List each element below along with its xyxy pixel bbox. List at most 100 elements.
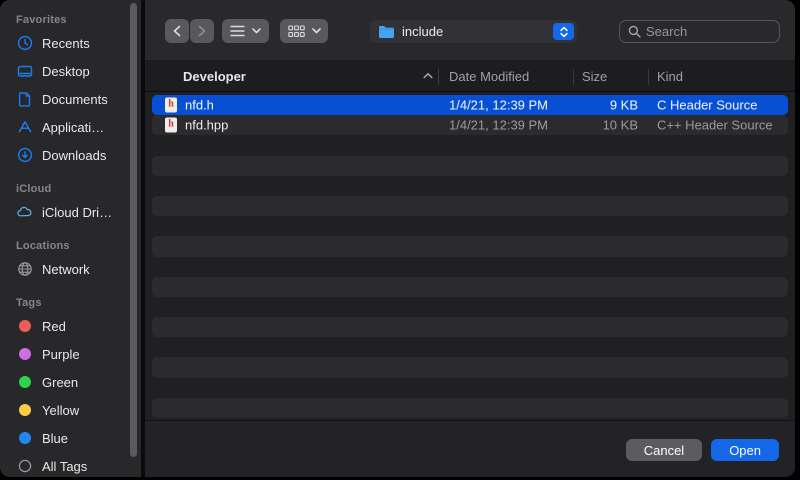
cancel-button[interactable]: Cancel (626, 439, 702, 461)
empty-row (152, 196, 788, 216)
sidebar-item-label: All Tags (42, 459, 87, 474)
circle-icon (16, 458, 33, 475)
sidebar-item-label: Recents (42, 36, 90, 51)
section-label-favorites: Favorites (16, 14, 141, 26)
empty-row (152, 176, 788, 196)
download-icon (16, 147, 33, 164)
document-icon (16, 91, 33, 108)
main-pane: include Search Developer Date Modified S… (145, 0, 795, 477)
search-icon (628, 25, 641, 38)
section-label-icloud: iCloud (16, 183, 141, 195)
file-date-modified: 1/4/21, 12:39 PM (449, 118, 548, 133)
empty-row (152, 357, 788, 377)
cloud-icon (16, 204, 33, 221)
sidebar-item-tag-blue[interactable]: Blue (0, 424, 141, 452)
file-list: h nfd.h 1/4/21, 12:39 PM 9 KB C Header S… (145, 93, 795, 420)
sidebar-item-downloads[interactable]: Downloads (0, 141, 141, 169)
header-file-icon: h (165, 98, 177, 113)
purple-tag-icon (16, 346, 33, 363)
sidebar-item-tag-purple[interactable]: Purple (0, 340, 141, 368)
section-label-tags: Tags (16, 297, 141, 309)
sidebar-item-desktop[interactable]: Desktop (0, 57, 141, 85)
list-view-button[interactable] (222, 19, 269, 43)
list-view-icon (230, 25, 245, 37)
red-tag-icon (16, 318, 33, 335)
open-dialog: Favorites Recents Desktop Documents Appl… (0, 0, 795, 477)
appstore-icon (16, 119, 33, 136)
sidebar-item-label: Red (42, 319, 66, 334)
empty-row (152, 257, 788, 277)
green-tag-icon (16, 374, 33, 391)
sidebar-item-label: Green (42, 375, 78, 390)
column-header-size[interactable]: Size (582, 69, 607, 84)
file-date-modified: 1/4/21, 12:39 PM (449, 98, 548, 113)
empty-row (152, 277, 788, 297)
chevron-down-icon (252, 28, 261, 34)
empty-row (152, 378, 788, 398)
file-size: 9 KB (573, 98, 638, 113)
chevron-right-icon (197, 25, 207, 37)
sidebar-item-applications[interactable]: Applicati… (0, 113, 141, 141)
sidebar-scrollbar[interactable] (130, 3, 137, 457)
dialog-footer: Cancel Open (145, 420, 795, 477)
table-row-nfd-h[interactable]: h nfd.h 1/4/21, 12:39 PM 9 KB C Header S… (152, 95, 788, 115)
forward-button[interactable] (190, 19, 214, 43)
sidebar-item-network[interactable]: Network (0, 255, 141, 283)
file-name: nfd.hpp (185, 118, 228, 133)
icon-view-button[interactable] (280, 19, 328, 43)
sidebar-item-label: Blue (42, 431, 68, 446)
sidebar-item-label: Network (42, 262, 90, 277)
blue-tag-icon (16, 430, 33, 447)
empty-row (152, 236, 788, 256)
globe-icon (16, 261, 33, 278)
column-separator[interactable] (573, 69, 574, 85)
toolbar: include Search (145, 0, 795, 60)
file-kind: C Header Source (657, 98, 757, 113)
location-value: include (402, 24, 553, 39)
section-label-locations: Locations (16, 240, 141, 252)
yellow-tag-icon (16, 402, 33, 419)
sidebar-item-tag-yellow[interactable]: Yellow (0, 396, 141, 424)
file-kind: C++ Header Source (657, 118, 773, 133)
sidebar-item-label: Yellow (42, 403, 79, 418)
sidebar-item-all-tags[interactable]: All Tags (0, 452, 141, 477)
desktop-icon (16, 63, 33, 80)
chevron-down-icon (312, 28, 321, 34)
search-input[interactable]: Search (619, 20, 780, 43)
sort-ascending-icon (423, 72, 433, 79)
sidebar-item-label: Downloads (42, 148, 106, 163)
grid-view-icon (288, 25, 305, 38)
folder-icon (378, 25, 395, 39)
empty-row (152, 156, 788, 176)
column-separator[interactable] (648, 69, 649, 85)
sidebar-item-label: Applicati… (42, 120, 104, 135)
column-header-developer[interactable]: Developer (183, 69, 246, 84)
file-name: nfd.h (185, 98, 214, 113)
empty-row (152, 135, 788, 155)
file-size: 10 KB (573, 118, 638, 133)
column-separator[interactable] (438, 69, 439, 85)
table-row-nfd-hpp[interactable]: h nfd.hpp 1/4/21, 12:39 PM 10 KB C++ Hea… (152, 115, 788, 135)
empty-row (152, 297, 788, 317)
search-placeholder: Search (646, 24, 687, 39)
empty-row (152, 398, 788, 418)
sidebar-item-tag-green[interactable]: Green (0, 368, 141, 396)
sidebar-item-tag-red[interactable]: Red (0, 312, 141, 340)
location-popup[interactable]: include (370, 20, 577, 43)
chevron-left-icon (172, 25, 182, 37)
column-header-date-modified[interactable]: Date Modified (449, 69, 529, 84)
header-file-icon: h (165, 118, 177, 133)
sidebar-item-icloud-drive[interactable]: iCloud Dri… (0, 198, 141, 226)
column-header-kind[interactable]: Kind (657, 69, 683, 84)
sidebar: Favorites Recents Desktop Documents Appl… (0, 0, 141, 477)
popup-stepper-icon (553, 23, 574, 40)
empty-row (152, 216, 788, 236)
open-button[interactable]: Open (711, 439, 779, 461)
clock-icon (16, 35, 33, 52)
sidebar-item-recents[interactable]: Recents (0, 29, 141, 57)
sidebar-item-documents[interactable]: Documents (0, 85, 141, 113)
empty-row (152, 317, 788, 337)
list-header: Developer Date Modified Size Kind (145, 60, 795, 92)
sidebar-item-label: Purple (42, 347, 80, 362)
back-button[interactable] (165, 19, 189, 43)
